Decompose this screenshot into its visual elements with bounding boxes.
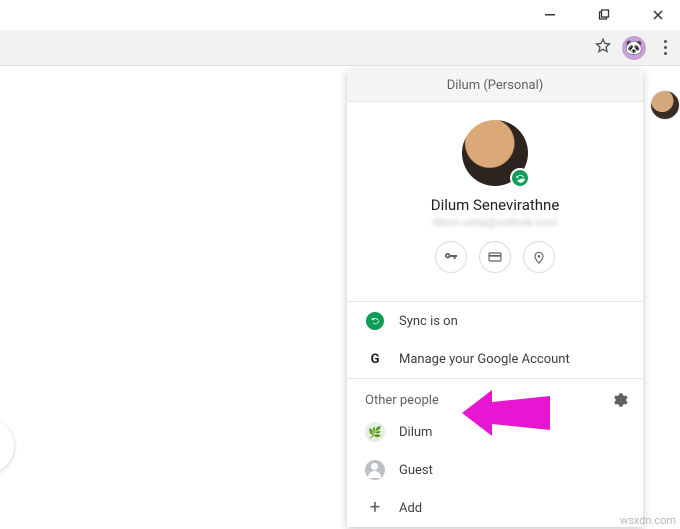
sync-icon: [365, 311, 385, 331]
minimize-button[interactable]: [536, 1, 564, 29]
sync-badge-icon: [510, 168, 530, 188]
browser-toolbar: 🐼: [0, 30, 680, 66]
dots-icon: [664, 40, 667, 43]
side-bubble: [0, 418, 14, 474]
profile-avatar-large: [462, 120, 528, 186]
star-icon: [594, 37, 612, 55]
plus-icon: +: [365, 498, 385, 518]
manage-account-label: Manage your Google Account: [399, 352, 570, 367]
person-item-dilum[interactable]: 🌿 Dilum: [347, 413, 643, 451]
person-avatar-icon: 🌿: [365, 422, 385, 442]
close-button[interactable]: [644, 1, 672, 29]
add-person-label: Add: [399, 501, 422, 516]
bookmark-button[interactable]: [594, 37, 612, 59]
key-icon: [443, 249, 459, 265]
guest-icon: [365, 460, 385, 480]
minimize-icon: [544, 9, 556, 21]
profile-avatar-icon: 🐼: [625, 40, 642, 56]
maximize-icon: [598, 9, 610, 21]
pin-icon: [531, 249, 547, 265]
gear-icon: [611, 391, 629, 409]
card-icon: [487, 249, 503, 265]
sync-status-item[interactable]: Sync is on: [347, 302, 643, 340]
profile-menu-title: Dilum (Personal): [347, 70, 643, 102]
person-item-guest[interactable]: Guest: [347, 451, 643, 489]
person-item-label: Guest: [399, 463, 433, 478]
addresses-chip[interactable]: [523, 241, 555, 273]
profile-email: dilum.sene@outlook.com: [347, 216, 643, 229]
manage-people-button[interactable]: [611, 391, 629, 409]
window-titlebar: [0, 0, 680, 30]
sync-status-label: Sync is on: [399, 314, 458, 329]
add-person-item[interactable]: + Add: [347, 489, 643, 527]
profile-menu: Dilum (Personal) Dilum Senevirathne dilu…: [347, 70, 643, 527]
close-icon: [652, 9, 664, 21]
page-account-avatar[interactable]: [650, 90, 680, 120]
watermark: wsxdn.com: [620, 514, 676, 527]
chrome-menu-button[interactable]: [656, 40, 674, 55]
profile-summary: Dilum Senevirathne dilum.sene@outlook.co…: [347, 102, 643, 301]
other-people-section: Other people: [347, 379, 643, 413]
passwords-chip[interactable]: [435, 241, 467, 273]
profile-chip-row: [347, 229, 643, 287]
payments-chip[interactable]: [479, 241, 511, 273]
profile-button[interactable]: 🐼: [622, 36, 646, 60]
other-people-label: Other people: [365, 393, 439, 408]
person-item-label: Dilum: [399, 425, 432, 440]
maximize-button[interactable]: [590, 1, 618, 29]
google-g-icon: G: [365, 349, 385, 369]
manage-account-item[interactable]: G Manage your Google Account: [347, 340, 643, 378]
profile-display-name: Dilum Senevirathne: [347, 196, 643, 214]
